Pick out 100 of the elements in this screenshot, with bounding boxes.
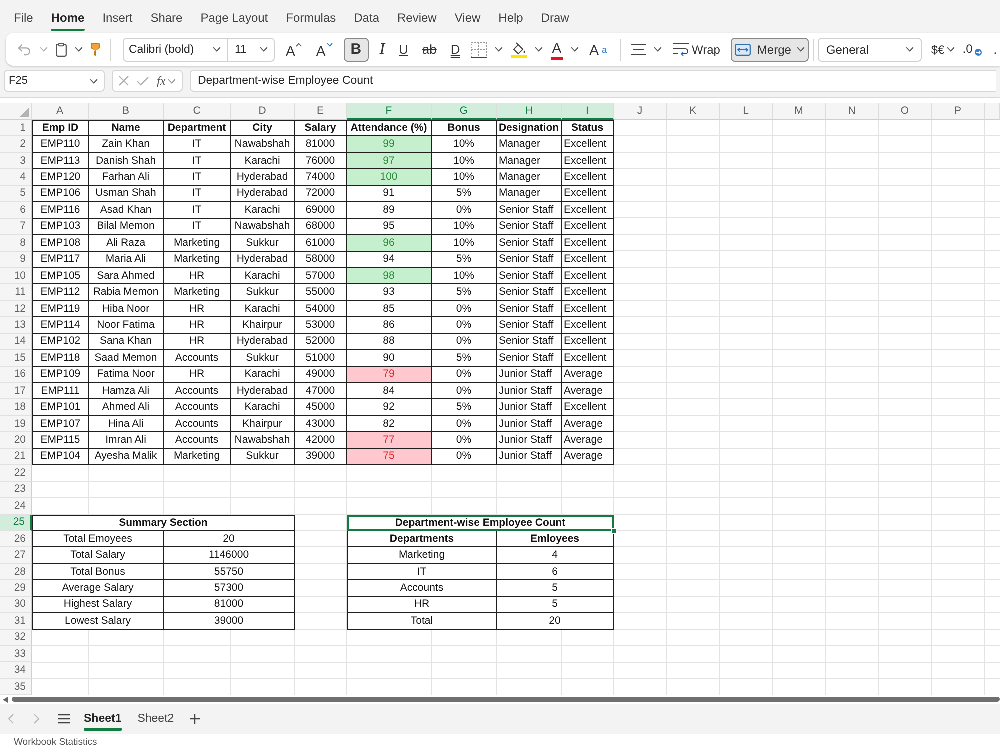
number-format-dropdown[interactable]: General xyxy=(818,38,922,62)
column-header[interactable]: H xyxy=(497,103,562,120)
row-header[interactable]: 4 xyxy=(0,169,32,186)
column-header[interactable]: B xyxy=(89,103,164,120)
row-header[interactable]: 15 xyxy=(0,350,32,367)
increase-decimal-button[interactable]: .0 xyxy=(962,38,983,62)
caret-icon[interactable] xyxy=(797,47,806,52)
row-header[interactable]: 33 xyxy=(0,646,32,662)
strikethrough-button[interactable]: ab xyxy=(419,38,440,62)
row-header[interactable]: 21 xyxy=(0,448,32,466)
menu-tab[interactable]: Formulas xyxy=(277,4,346,32)
sheet-tab[interactable]: Sheet1 xyxy=(76,704,130,734)
row-header[interactable]: 29 xyxy=(0,580,32,597)
grow-font-button[interactable]: A xyxy=(283,38,306,62)
column-header[interactable]: K xyxy=(667,103,720,120)
merge-cells-icon[interactable] xyxy=(735,44,752,56)
superscript-button[interactable]: A$^{a}$ xyxy=(586,38,610,62)
insert-function-button[interactable]: fx xyxy=(157,74,176,88)
row-header[interactable]: 20 xyxy=(0,432,32,449)
column-header[interactable]: O xyxy=(879,103,932,120)
column-header[interactable]: E xyxy=(295,103,347,120)
row-header[interactable]: 1 xyxy=(0,120,32,136)
caret-icon[interactable] xyxy=(495,47,504,52)
formula-input[interactable]: Department-wise Employee Count xyxy=(190,70,996,92)
menu-tab[interactable]: Page Layout xyxy=(192,4,278,32)
font-size-dropdown[interactable]: 11 xyxy=(228,38,274,60)
row-header[interactable]: 18 xyxy=(0,399,32,416)
menu-tab[interactable]: File xyxy=(5,4,42,32)
menu-tab[interactable]: Home xyxy=(42,4,94,32)
row-header[interactable]: 26 xyxy=(0,530,32,548)
caret-icon[interactable] xyxy=(906,47,914,52)
caret-icon[interactable] xyxy=(90,78,98,84)
double-underline-button[interactable]: D xyxy=(448,38,464,62)
menu-tab[interactable]: Help xyxy=(490,4,532,32)
column-header[interactable]: N xyxy=(826,103,879,120)
italic-button[interactable]: I xyxy=(376,38,388,62)
column-header[interactable]: L xyxy=(720,103,773,120)
row-header[interactable]: 35 xyxy=(0,678,32,696)
row-header[interactable]: 14 xyxy=(0,334,32,350)
column-header[interactable]: G xyxy=(432,103,497,120)
caret-icon[interactable] xyxy=(75,47,83,52)
row-header[interactable]: 24 xyxy=(0,498,32,514)
row-header[interactable]: 16 xyxy=(0,366,32,383)
column-header[interactable]: A xyxy=(32,103,89,120)
currency-button[interactable]: $€ xyxy=(930,38,956,62)
horizontal-scrollbar[interactable] xyxy=(12,697,1000,702)
row-header[interactable]: 25 xyxy=(0,514,32,531)
column-header[interactable]: I xyxy=(562,103,614,120)
row-header[interactable]: 12 xyxy=(0,300,32,318)
row-header[interactable]: 34 xyxy=(0,662,32,679)
column-header[interactable]: F xyxy=(347,103,432,120)
paint-bucket-icon[interactable] xyxy=(511,42,528,58)
align-icon[interactable] xyxy=(630,44,646,56)
menu-tab[interactable]: Insert xyxy=(94,4,142,32)
caret-icon[interactable] xyxy=(168,78,176,84)
row-header[interactable]: 7 xyxy=(0,218,32,236)
add-icon[interactable] xyxy=(190,714,200,724)
scroll-left-icon[interactable] xyxy=(3,696,8,703)
row-header[interactable]: 23 xyxy=(0,482,32,498)
menu-tab[interactable]: Data xyxy=(345,4,388,32)
column-header[interactable]: P xyxy=(932,103,985,120)
caret-icon[interactable] xyxy=(535,47,544,52)
row-header[interactable]: 31 xyxy=(0,613,32,630)
menu-tab[interactable]: Review xyxy=(388,4,446,32)
menu-tab[interactable]: View xyxy=(446,4,490,32)
decrease-decimal-button[interactable]: . xyxy=(992,38,998,62)
caret-down-icon[interactable] xyxy=(326,42,333,46)
row-header[interactable]: 27 xyxy=(0,547,32,564)
row-header[interactable]: 30 xyxy=(0,596,32,614)
sheet-tab[interactable]: Sheet2 xyxy=(130,704,182,734)
wrap-text-icon[interactable] xyxy=(672,43,689,56)
row-header[interactable]: 17 xyxy=(0,383,32,400)
caret-icon[interactable] xyxy=(946,47,955,52)
row-header[interactable]: 8 xyxy=(0,235,32,252)
row-header[interactable]: 19 xyxy=(0,416,32,432)
row-header[interactable]: 10 xyxy=(0,268,32,284)
row-header[interactable]: 13 xyxy=(0,317,32,334)
shrink-font-button[interactable]: A xyxy=(313,38,336,62)
caret-icon[interactable] xyxy=(213,47,221,52)
row-header[interactable]: 2 xyxy=(0,136,32,153)
column-header[interactable]: J xyxy=(614,103,667,120)
column-header[interactable]: M xyxy=(773,103,826,120)
caret-up-icon[interactable] xyxy=(296,42,302,46)
row-header[interactable]: 28 xyxy=(0,564,32,580)
paintbrush-icon[interactable] xyxy=(91,43,100,56)
font-name-dropdown[interactable]: Calibri (bold) xyxy=(124,38,228,60)
fill-handle[interactable] xyxy=(611,528,617,534)
caret-icon[interactable] xyxy=(570,47,579,52)
menu-tab[interactable]: Share xyxy=(142,4,192,32)
column-header[interactable]: D xyxy=(231,103,295,120)
merge-button[interactable]: Merge xyxy=(731,38,810,62)
underline-button[interactable]: U xyxy=(396,38,412,62)
row-header[interactable]: 9 xyxy=(0,252,32,268)
menu-tab[interactable]: Draw xyxy=(532,4,578,32)
row-header[interactable]: 3 xyxy=(0,152,32,170)
menu-icon[interactable] xyxy=(58,714,70,724)
borders-icon[interactable] xyxy=(471,42,488,58)
font-color-button[interactable]: A xyxy=(551,40,563,60)
bold-button[interactable]: B xyxy=(344,38,369,62)
row-header[interactable]: 22 xyxy=(0,465,32,482)
